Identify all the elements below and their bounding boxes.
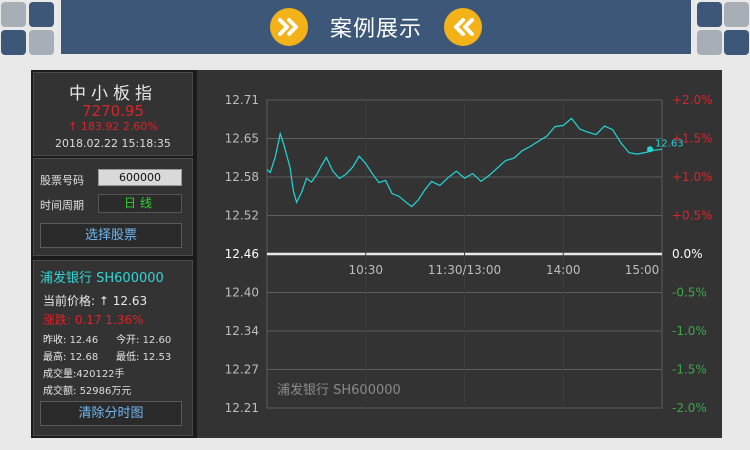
- y-right-tick-label: +1.0%: [672, 170, 713, 184]
- y-tick-label: 12.27: [225, 363, 259, 377]
- current-price-value: 12.63: [112, 294, 148, 308]
- up-arrow-icon: ↑: [98, 294, 109, 308]
- stock-name: 浦发银行 SH600000: [40, 271, 164, 286]
- current-price-row: 当前价格: ↑ 12.63: [43, 292, 147, 309]
- y-tick-label: 12.40: [225, 286, 259, 300]
- amount-value: 52986万元: [79, 386, 132, 397]
- tile-icon: [29, 30, 54, 55]
- tile-icon: [1, 2, 26, 27]
- y-right-tick-label: +2.0%: [672, 93, 713, 107]
- tile-icon: [1, 30, 26, 55]
- index-value: 7270.95: [81, 102, 145, 120]
- y-tick-label: 12.21: [225, 401, 259, 415]
- open-value: 12.60: [142, 335, 172, 346]
- query-controls: 股票号码 600000 时间周期 日线 选择股票: [33, 158, 193, 256]
- high-label: 最高:: [43, 352, 67, 363]
- tile-icon: [29, 2, 54, 27]
- y-tick-label: 12.58: [225, 170, 259, 184]
- low-price: 最低: 12.53: [116, 348, 171, 363]
- tile-icon: [697, 30, 722, 55]
- stock-app-window: 中小板指 7270.95 ↑ 183.92 2.60% 2018.02.22 1…: [31, 70, 722, 438]
- low-value: 12.53: [142, 352, 172, 363]
- amount-label: 成交额:: [43, 386, 77, 397]
- last-price-marker: [647, 146, 653, 153]
- y-right-tick-label: +0.5%: [672, 209, 713, 223]
- header-bar: 案例展示: [0, 0, 750, 56]
- stock-detail: 浦发银行 SH600000 当前价格: ↑ 12.63 涨跌: 0.17 1.3…: [33, 260, 193, 436]
- intraday-chart-svg: 12.71 +2.0%12.65 +1.5%12.58 +1.0%12.52 +0.5%…: [225, 93, 713, 415]
- y-right-tick-label: -2.0%: [672, 401, 707, 415]
- index-change: ↑ 183.92 2.60%: [68, 120, 158, 133]
- high-value: 12.68: [69, 352, 99, 363]
- x-tick-label: 10:30: [348, 263, 383, 277]
- left-panel: 中小板指 7270.95 ↑ 183.92 2.60% 2018.02.22 1…: [31, 70, 195, 438]
- index-name: 中小板指: [69, 84, 157, 104]
- x-tick-label: 15:00: [625, 263, 660, 277]
- tile-icon: [697, 2, 722, 27]
- period-select[interactable]: 日线: [98, 194, 182, 213]
- page-title: 案例展示: [329, 17, 422, 42]
- clear-chart-button[interactable]: 清除分时图: [40, 401, 182, 426]
- prev-close-label: 昨收:: [43, 335, 67, 346]
- x-tick-label: 11:30/13:00: [428, 263, 501, 277]
- tile-icon: [724, 30, 749, 55]
- tile-icon: [724, 2, 749, 27]
- x-tick-label: 14:00: [546, 263, 581, 277]
- double-chevron-right-icon: [269, 8, 308, 46]
- y-right-tick-label: 0.0%: [672, 247, 703, 261]
- y-right-tick-label: -0.5%: [672, 286, 707, 300]
- open-price: 今开: 12.60: [116, 331, 171, 346]
- volume: 成交量:420122手: [43, 365, 125, 380]
- stock-code-label: 股票号码: [40, 174, 84, 187]
- select-stock-button[interactable]: 选择股票: [40, 223, 182, 248]
- y-tick-label: 12.46: [225, 247, 259, 261]
- y-right-tick-label: -1.5%: [672, 363, 707, 377]
- amount: 成交额: 52986万元: [43, 382, 131, 397]
- current-price-label: 当前价格:: [43, 294, 96, 308]
- y-tick-label: 12.71: [225, 93, 259, 107]
- volume-label: 成交量:: [43, 369, 77, 380]
- low-label: 最低:: [116, 352, 140, 363]
- y-tick-label: 12.34: [225, 324, 259, 338]
- index-datetime: 2018.02.22 15:18:35: [55, 137, 171, 150]
- y-tick-label: 12.65: [225, 132, 259, 146]
- index-summary: 中小板指 7270.95 ↑ 183.92 2.60% 2018.02.22 1…: [33, 72, 193, 156]
- y-tick-label: 12.52: [225, 209, 259, 223]
- last-price-label: 12.63: [655, 138, 684, 149]
- intraday-chart: 12.71 +2.0% 12.65 +1.5% 12.58 +1.0% 12.52 +0.5%…: [197, 70, 722, 438]
- double-chevron-left-icon: [444, 8, 482, 46]
- title-banner: 案例展示: [61, 0, 691, 54]
- open-label: 今开:: [116, 335, 140, 346]
- prev-close-value: 12.46: [69, 335, 99, 346]
- price-change: 涨跌: 0.17 1.36%: [43, 313, 144, 327]
- stock-code-input[interactable]: 600000: [98, 169, 182, 186]
- volume-value: 420122手: [76, 369, 125, 380]
- prev-close: 昨收: 12.46: [43, 331, 98, 346]
- high-price: 最高: 12.68: [43, 348, 98, 363]
- chart-watermark: 浦发银行 SH600000: [277, 382, 401, 398]
- period-label: 时间周期: [40, 199, 84, 212]
- y-right-tick-label: -1.0%: [672, 324, 707, 338]
